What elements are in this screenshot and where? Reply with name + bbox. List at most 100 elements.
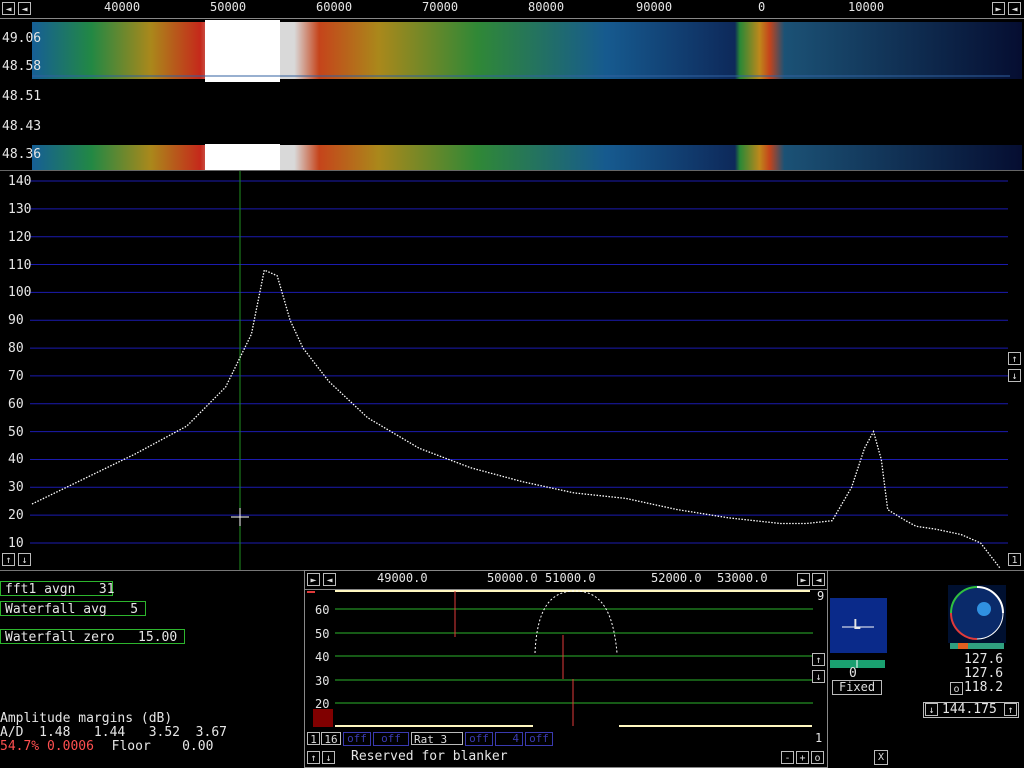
spectrum-y-tick: 90 xyxy=(8,313,24,329)
spectrum-one-button[interactable]: 1 xyxy=(1008,553,1021,566)
fft1-avgn-box[interactable]: fft1 avgn 31 xyxy=(0,581,115,597)
spectrum-y-tick: 40 xyxy=(8,452,24,468)
bb-off-button[interactable]: off xyxy=(525,732,553,746)
filter-passband-curve xyxy=(534,590,618,654)
spectrum-y-tick: 50 xyxy=(8,424,24,440)
overload-percentage: 54.7% 0.0006 xyxy=(0,739,94,754)
s-meter-letter: L xyxy=(853,618,861,633)
wf-freq-tick: 0 xyxy=(758,0,766,14)
baseband-right2-button[interactable]: ► xyxy=(797,573,810,586)
spectrum-y-tick: 30 xyxy=(8,480,24,496)
blanker-reserved-label: Reserved for blanker xyxy=(351,749,508,764)
bb-down-small-button[interactable]: ↓ xyxy=(322,751,335,764)
spectrum-y-tick: 140 xyxy=(8,174,32,189)
bb-freq-tick: 53000.0 xyxy=(717,571,768,585)
spectrum-chart xyxy=(30,171,1008,570)
bb-sixteen-button[interactable]: 16 xyxy=(321,732,341,746)
wf-time-label: 48.43 xyxy=(2,119,42,134)
bb-y-tick: 30 xyxy=(315,674,330,688)
bb-freq-tick: 50000.0 xyxy=(487,571,538,585)
spectrum-y-tick: 20 xyxy=(8,508,24,524)
spectrum-y-tick: 130 xyxy=(8,201,32,217)
frequency-readout-box[interactable]: ↓ 144.175 ↑ xyxy=(923,702,1019,718)
wf-time-label: 48.58 xyxy=(2,59,42,74)
polar-o-button[interactable]: o xyxy=(950,682,963,695)
spectrum-y-tick: 110 xyxy=(8,257,32,273)
spectrum-trace-line xyxy=(31,269,1001,569)
baseband-panel[interactable]: ► ◄ ► ◄ 49000.0 50000.0 51000.0 52000.0 … xyxy=(304,570,828,768)
bb-y-tick: 60 xyxy=(315,603,330,617)
wf-time-label: 48.36 xyxy=(2,147,42,162)
freq-down-button[interactable]: ↓ xyxy=(925,703,938,716)
waterfall-scroll-left3-button[interactable]: ◄ xyxy=(1008,2,1021,15)
wf-freq-tick: 60000 xyxy=(316,0,353,14)
wf-freq-tick: 10000 xyxy=(848,0,885,14)
s-meter-fixed-button[interactable]: Fixed xyxy=(832,680,882,695)
waterfall-panel[interactable]: ◄ ◄ ► ◄ 40000 50000 60000 70000 80000 90… xyxy=(0,0,1024,171)
waterfall-zero-box[interactable]: Waterfall zero 15.00 xyxy=(0,629,185,645)
bb-off-button[interactable]: off xyxy=(373,732,409,746)
wf-freq-tick: 50000 xyxy=(210,0,247,14)
baseband-left-button[interactable]: ◄ xyxy=(323,573,336,586)
baseband-chart xyxy=(307,590,813,727)
close-button[interactable]: X xyxy=(874,750,888,765)
floor-value: Floor 0.00 xyxy=(96,739,214,754)
bb-right-number-bottom: 1 xyxy=(815,731,823,745)
spectrum-y-tick: 100 xyxy=(8,285,32,301)
bb-rat-button[interactable]: Rat 3 xyxy=(411,732,463,746)
spectrum-up-button[interactable]: ↑ xyxy=(2,553,15,566)
waterfall-scroll-left2-button[interactable]: ◄ xyxy=(18,2,31,15)
bb-y-tick: 40 xyxy=(315,650,330,664)
s-meter-panel[interactable]: L 0 Fixed xyxy=(830,598,887,698)
wf-freq-tick: 80000 xyxy=(528,0,565,14)
bb-off-button[interactable]: off xyxy=(343,732,371,746)
s-meter-display xyxy=(830,598,887,668)
baseband-right-button[interactable]: ► xyxy=(307,573,320,586)
wf-freq-tick: 70000 xyxy=(422,0,459,14)
polar-value-2: 127.6 xyxy=(964,666,1004,681)
bb-zero-button[interactable]: o xyxy=(811,751,824,764)
spectrum-scale-up-button[interactable]: ↑ xyxy=(1008,352,1021,365)
polar-value-1: 127.6 xyxy=(964,652,1004,667)
spectrum-scale-down-button[interactable]: ↓ xyxy=(1008,369,1021,382)
baseband-up-button[interactable]: ↑ xyxy=(812,653,825,666)
amplitude-margins-title: Amplitude margins (dB) xyxy=(0,711,173,726)
bb-off-button[interactable]: off xyxy=(465,732,493,746)
bb-y-tick: 50 xyxy=(315,627,330,641)
bb-right-number: 9 xyxy=(817,589,825,603)
waterfall-scroll-left-button[interactable]: ◄ xyxy=(2,2,15,15)
spectrum-panel[interactable]: 140 130 120 110 100 90 80 70 60 50 40 30 20 10 ↑ ↓ ↑ … xyxy=(0,171,1024,571)
wf-freq-tick: 40000 xyxy=(104,0,141,14)
waterfall-avg-box[interactable]: Waterfall avg 5 xyxy=(0,601,146,617)
baseband-red-indicator xyxy=(313,709,333,727)
wf-time-label: 48.51 xyxy=(2,89,42,104)
bb-four-button[interactable]: 4 xyxy=(495,732,523,746)
spectrum-y-tick: 60 xyxy=(8,396,24,412)
bb-freq-tick: 49000.0 xyxy=(377,571,428,585)
baseband-down-button[interactable]: ↓ xyxy=(812,670,825,683)
bb-freq-tick: 51000.0 xyxy=(545,571,596,585)
bb-up-small-button[interactable]: ↑ xyxy=(307,751,320,764)
s-meter-value: 0 xyxy=(849,666,857,681)
spectrum-y-tick: 80 xyxy=(8,341,24,357)
polar-display xyxy=(948,585,1006,649)
spectrum-down-button[interactable]: ↓ xyxy=(18,553,31,566)
freq-up-button[interactable]: ↑ xyxy=(1004,703,1017,716)
bb-y-tick: 20 xyxy=(315,697,330,711)
wf-time-label: 49.06 xyxy=(2,31,42,46)
wf-freq-tick: 90000 xyxy=(636,0,673,14)
bb-freq-tick: 52000.0 xyxy=(651,571,702,585)
waterfall-image xyxy=(32,20,1022,170)
baseband-left2-button[interactable]: ◄ xyxy=(812,573,825,586)
bb-plus-button[interactable]: + xyxy=(796,751,809,764)
spectrum-y-tick: 120 xyxy=(8,229,32,245)
bb-one-button[interactable]: 1 xyxy=(307,732,320,746)
polar-panel[interactable]: 127.6 127.6 o 118.2 xyxy=(948,585,1008,700)
spectrum-y-tick: 70 xyxy=(8,368,24,384)
spectrum-y-tick: 10 xyxy=(8,536,24,551)
frequency-readout: 144.175 xyxy=(942,702,997,717)
ad-margins-values: A/D 1.48 1.44 3.52 3.67 xyxy=(0,725,227,740)
polar-value-3: 118.2 xyxy=(964,680,1004,695)
bb-minus-button[interactable]: - xyxy=(781,751,794,764)
waterfall-scroll-right-button[interactable]: ► xyxy=(992,2,1005,15)
